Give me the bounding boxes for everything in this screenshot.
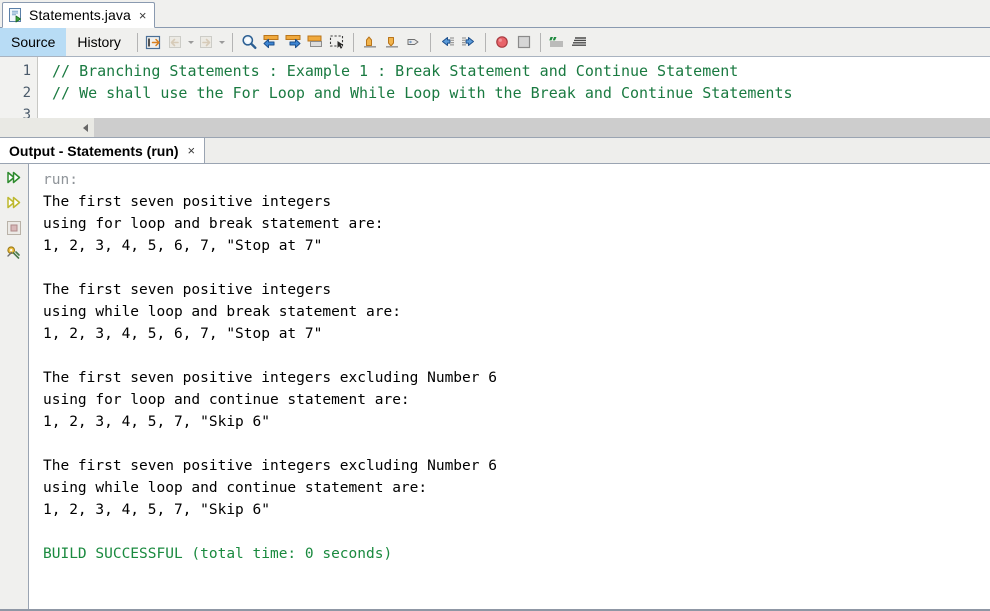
toggle-highlight-search-icon[interactable]: [304, 31, 326, 53]
output-line: 1, 2, 3, 4, 5, 7, "Skip 6": [43, 414, 270, 430]
close-icon[interactable]: ×: [187, 144, 197, 157]
comment-icon[interactable]: [546, 31, 568, 53]
line-number: 2: [22, 85, 31, 101]
output-line: The first seven positive integers: [43, 194, 332, 210]
forward-dropdown-chevron-down-icon[interactable]: [218, 32, 227, 52]
output-line: using for loop and break statement are:: [43, 216, 384, 232]
find-next-icon[interactable]: [282, 31, 304, 53]
toggle-bookmark-icon[interactable]: [403, 31, 425, 53]
output-line: 1, 2, 3, 4, 5, 6, 7, "Stop at 7": [43, 238, 323, 254]
shift-line-right-icon[interactable]: [458, 31, 480, 53]
stop-icon[interactable]: [513, 31, 535, 53]
next-bookmark-icon[interactable]: [381, 31, 403, 53]
output-line: using while loop and break statement are…: [43, 304, 401, 320]
editor-view-tabs: Source History: [0, 28, 132, 56]
previous-bookmark-icon[interactable]: [359, 31, 381, 53]
netbeans-ide-window: Statements.java × Source History 1 2 3 /…: [0, 0, 990, 611]
shift-line-left-icon[interactable]: [436, 31, 458, 53]
code-text-area[interactable]: // Branching Statements : Example 1 : Br…: [38, 57, 990, 118]
forward-icon[interactable]: [196, 31, 218, 53]
output-line: The first seven positive integers exclud…: [43, 370, 497, 386]
file-tab-statements-java[interactable]: Statements.java ×: [2, 2, 156, 28]
toolbar-separator: [484, 32, 486, 52]
output-line: The first seven positive integers: [43, 282, 332, 298]
scroll-left-arrow-icon[interactable]: [76, 118, 94, 137]
output-tab-label: Output - Statements (run): [9, 142, 179, 159]
output-line-blank: [43, 521, 990, 543]
uncomment-icon[interactable]: [568, 31, 590, 53]
line-number-gutter: 1 2 3: [0, 57, 38, 123]
close-icon[interactable]: ×: [138, 9, 148, 22]
java-class-icon: [9, 7, 24, 23]
toggle-breakpoint-icon[interactable]: [491, 31, 513, 53]
back-icon[interactable]: [165, 31, 187, 53]
toolbar-separator: [429, 32, 431, 52]
output-line-blank: [43, 345, 990, 367]
output-window-tab-strip: Output - Statements (run) ×: [0, 138, 990, 164]
line-number: 1: [22, 63, 31, 79]
editor-horizontal-scrollbar[interactable]: [0, 118, 990, 138]
find-previous-icon[interactable]: [260, 31, 282, 53]
stop-process-icon[interactable]: [3, 217, 25, 239]
code-line: // We shall use the For Loop and While L…: [52, 84, 793, 102]
rerun-alt-icon[interactable]: [3, 192, 25, 214]
output-line: 1, 2, 3, 4, 5, 7, "Skip 6": [43, 502, 270, 518]
output-text-area[interactable]: run: The first seven positive integers u…: [29, 164, 990, 609]
toggle-rectangular-select-icon[interactable]: [326, 31, 348, 53]
output-window-body: run: The first seven positive integers u…: [0, 164, 990, 609]
output-line-build-status: BUILD SUCCESSFUL (total time: 0 seconds): [43, 546, 393, 562]
output-tab-strip-filler: [205, 138, 990, 163]
output-line: The first seven positive integers exclud…: [43, 458, 497, 474]
output-line: 1, 2, 3, 4, 5, 6, 7, "Stop at 7": [43, 326, 323, 342]
output-tab-statements-run[interactable]: Output - Statements (run) ×: [0, 138, 206, 163]
output-settings-icon[interactable]: [3, 242, 25, 264]
toolbar-separator: [136, 32, 138, 52]
editor-tab-strip: Statements.java ×: [0, 0, 990, 28]
output-line: run:: [43, 172, 78, 188]
toolbar-separator: [231, 32, 233, 52]
tab-history[interactable]: History: [66, 28, 132, 56]
rerun-icon[interactable]: [3, 167, 25, 189]
output-line-blank: [43, 257, 990, 279]
back-dropdown-chevron-down-icon[interactable]: [187, 32, 196, 52]
scrollbar-track[interactable]: [94, 118, 990, 137]
toolbar-separator: [352, 32, 354, 52]
code-editor[interactable]: 1 2 3 // Branching Statements : Example …: [0, 57, 990, 123]
output-action-rail: [0, 164, 29, 609]
output-line: using while loop and continue statement …: [43, 480, 428, 496]
code-line: // Branching Statements : Example 1 : Br…: [52, 62, 739, 80]
output-line-blank: [43, 433, 990, 455]
scrollbar-corner: [0, 118, 76, 137]
tab-history-label: History: [77, 34, 121, 50]
tab-source-label: Source: [11, 34, 56, 50]
editor-toolbar: Source History: [0, 28, 990, 57]
file-tab-label: Statements.java: [29, 7, 131, 23]
toggle-rectangular-selection-icon[interactable]: [143, 31, 165, 53]
tab-source[interactable]: Source: [0, 28, 67, 56]
find-selection-icon[interactable]: [238, 31, 260, 53]
output-line: using for loop and continue statement ar…: [43, 392, 410, 408]
toolbar-separator: [539, 32, 541, 52]
